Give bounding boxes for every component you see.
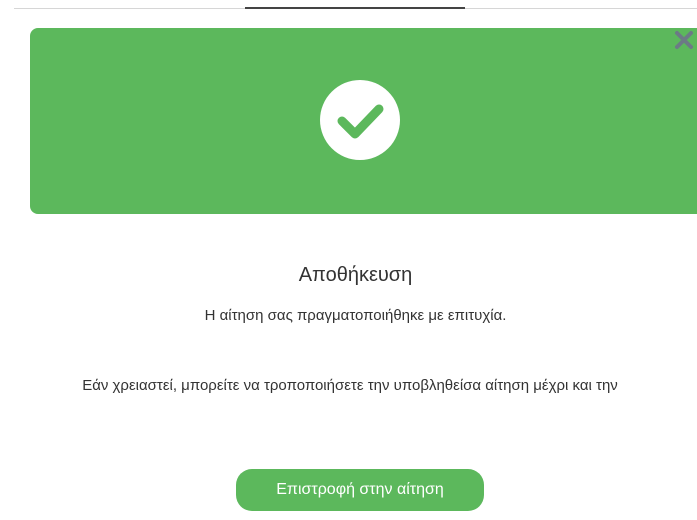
- page: Αποθήκευση Η αίτηση σας πραγματοποιήθηκε…: [0, 0, 697, 520]
- success-banner: [30, 28, 697, 214]
- checkmark-icon: [337, 104, 384, 139]
- dialog-title: Αποθήκευση: [298, 264, 413, 286]
- return-to-application-button[interactable]: Επιστροφή στην αίτηση: [236, 469, 484, 511]
- check-circle-icon: [320, 80, 400, 160]
- close-icon[interactable]: [673, 29, 695, 51]
- success-message: Η αίτηση σας πραγματοποιήθηκε με επιτυχί…: [204, 307, 507, 324]
- edit-deadline-info: Εάν χρειαστεί, μπορείτε να τροποποιήσετε…: [82, 377, 618, 394]
- success-dialog: Αποθήκευση Η αίτηση σας πραγματοποιήθηκε…: [14, 9, 697, 520]
